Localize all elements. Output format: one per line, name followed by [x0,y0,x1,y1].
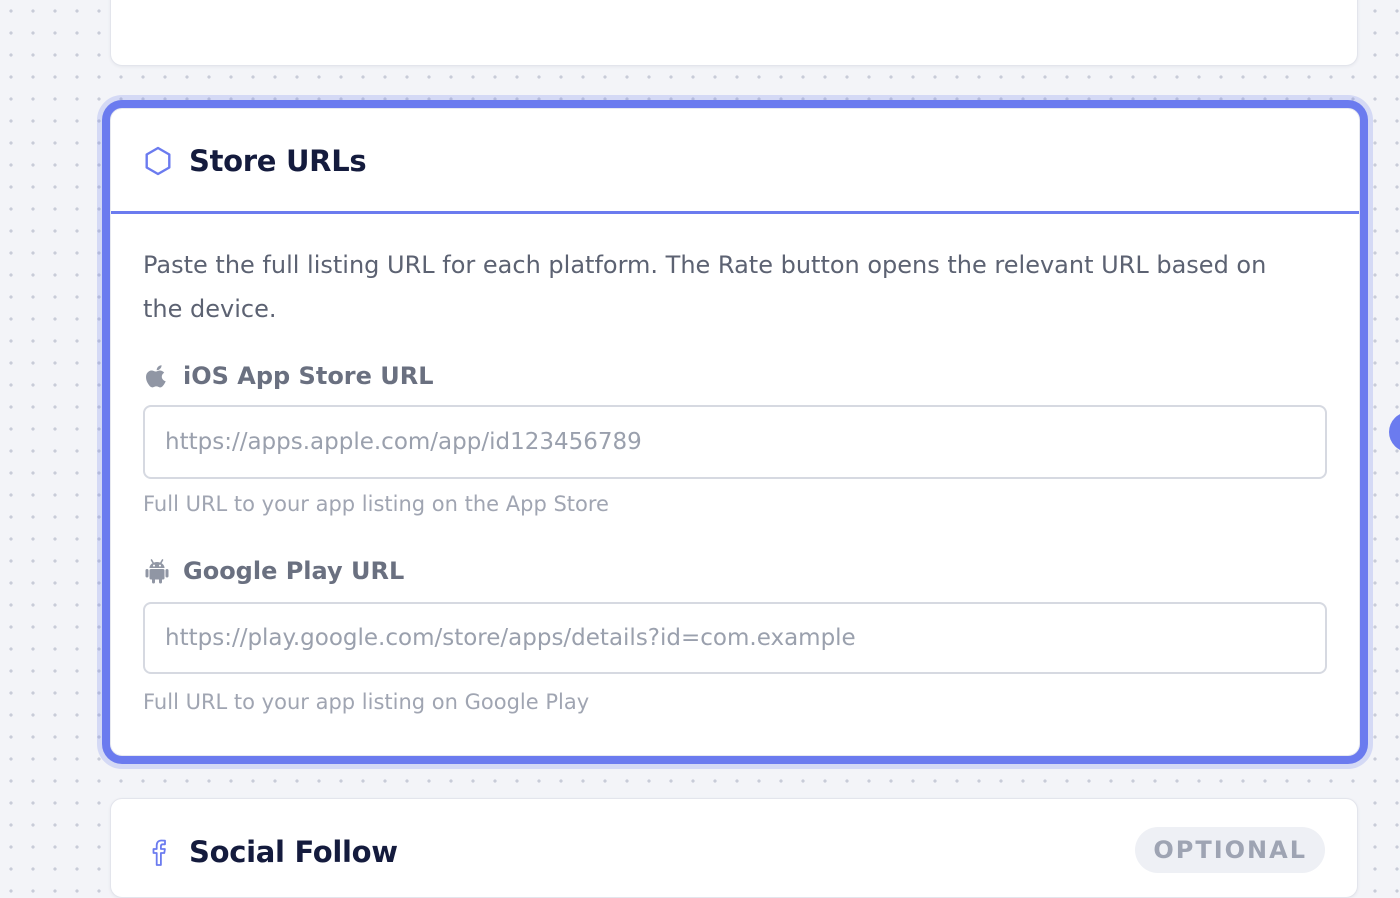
facebook-icon [152,839,166,866]
android-icon [145,559,169,584]
android-url-label: Google Play URL [143,554,404,588]
ios-url-label-text: iOS App Store URL [183,362,434,390]
social-follow-card[interactable]: Social Follow OPTIONAL [110,798,1358,898]
store-urls-card[interactable]: Store URLs Paste the full listing URL fo… [110,108,1360,756]
ios-url-help: Full URL to your app listing on the App … [143,492,609,516]
side-handle[interactable] [1389,412,1400,452]
social-follow-title: Social Follow [189,835,398,869]
store-urls-description: Paste the full listing URL for each plat… [143,251,1267,323]
ios-url-label: iOS App Store URL [143,359,434,393]
android-url-label-text: Google Play URL [183,557,405,585]
android-url-input[interactable] [143,602,1327,674]
android-url-help: Full URL to your app listing on Google P… [143,690,590,714]
hexagon-icon [145,146,171,176]
store-urls-header: Store URLs [111,109,1359,214]
optional-badge: OPTIONAL [1135,827,1325,873]
previous-section-card [110,0,1358,66]
apple-icon [146,365,166,388]
store-urls-title: Store URLs [189,144,367,178]
ios-url-input[interactable] [143,405,1327,479]
